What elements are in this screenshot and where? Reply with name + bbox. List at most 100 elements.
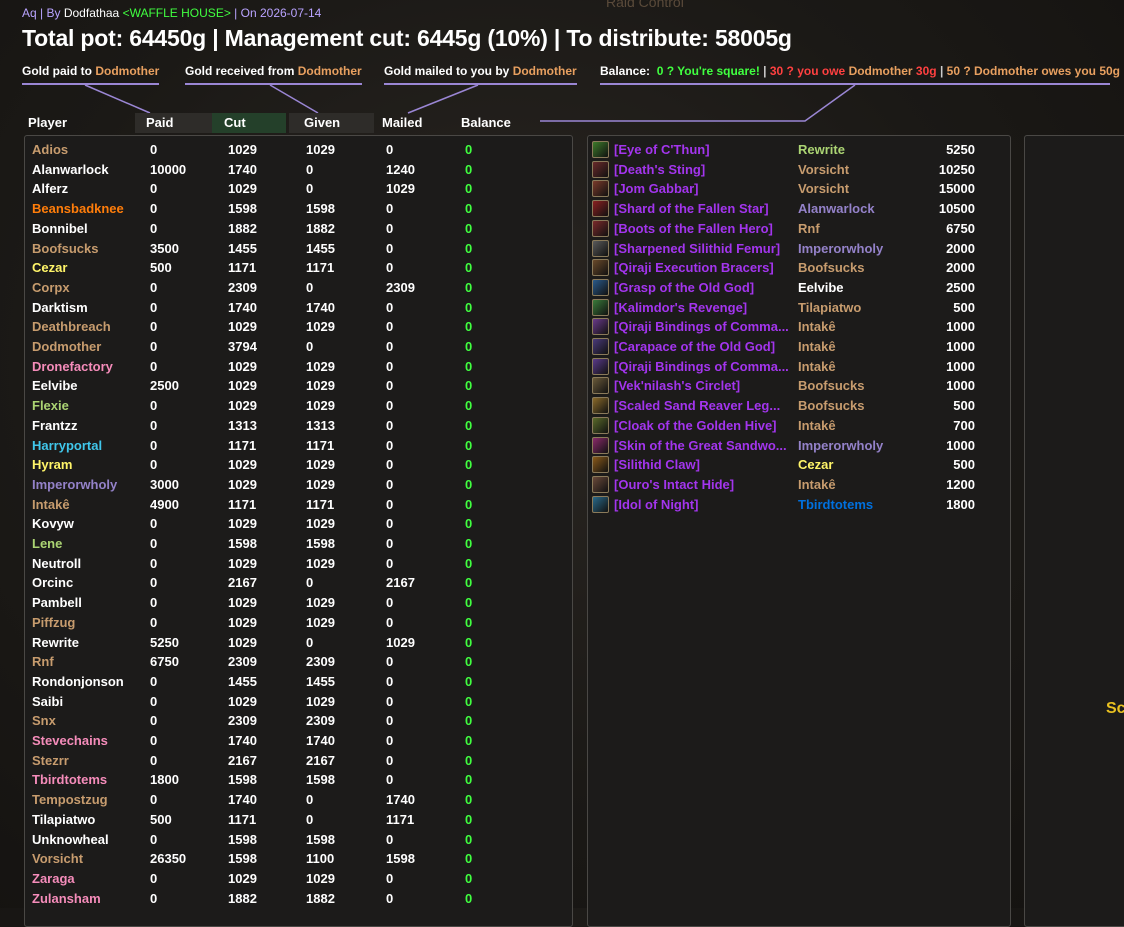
player-row[interactable]: Zaraga 0 1029 1029 0 0 (25, 869, 565, 888)
item-link[interactable]: [Death's Sting] (614, 160, 790, 179)
player-row[interactable]: Neutroll 0 1029 1029 0 0 (25, 554, 565, 573)
column-header-cut[interactable]: Cut (212, 113, 286, 133)
loot-row[interactable]: [Kalimdor's Revenge] Tilapiatwo 500 (588, 298, 1003, 317)
player-row[interactable]: Dronefactory 0 1029 1029 0 0 (25, 357, 565, 376)
item-link[interactable]: [Boots of the Fallen Hero] (614, 219, 790, 238)
item-link[interactable]: [Sharpened Silithid Femur] (614, 239, 790, 258)
player-row[interactable]: Cezar 500 1171 1171 0 0 (25, 258, 565, 277)
carapace-icon[interactable] (592, 338, 609, 355)
column-header-balance[interactable]: Balance (461, 113, 531, 133)
idol-icon[interactable] (592, 495, 609, 513)
circlet-icon[interactable] (592, 377, 609, 395)
loot-row[interactable]: [Scaled Sand Reaver Leg... Boofsucks 500 (588, 396, 1003, 415)
item-link[interactable]: [Eye of C'Thun] (614, 140, 790, 159)
loot-list-panel[interactable]: [Eye of C'Thun] Rewrite 5250 [Death's Sting… (587, 135, 1011, 927)
loot-row[interactable]: [Ouro's Intact Hide] Intakê 1200 (588, 475, 1003, 494)
player-row[interactable]: Vorsicht 26350 1598 1100 1598 0 (25, 849, 565, 868)
item-link[interactable]: [Shard of the Fallen Star] (614, 199, 790, 218)
player-row[interactable]: Bonnibel 0 1882 1882 0 0 (25, 219, 565, 238)
column-header-paid[interactable]: Paid (135, 113, 218, 133)
sword-icon[interactable] (592, 298, 609, 316)
loot-row[interactable]: [Carapace of the Old God] Intakê 1000 (588, 337, 1003, 356)
player-row[interactable]: Kovyw 0 1029 1029 0 0 (25, 514, 565, 533)
player-row[interactable]: Rondonjonson 0 1455 1455 0 0 (25, 672, 565, 691)
hide-icon[interactable] (592, 475, 609, 493)
item-link[interactable]: [Qiraji Execution Bracers] (614, 258, 790, 277)
item-link[interactable]: [Grasp of the Old God] (614, 278, 790, 297)
player-row[interactable]: Snx 0 2309 2309 0 0 (25, 711, 565, 730)
bindings-icon[interactable] (592, 318, 609, 336)
player-row[interactable]: Piffzug 0 1029 1029 0 0 (25, 613, 565, 632)
boots-icon[interactable] (592, 219, 609, 237)
loot-row[interactable]: [Eye of C'Thun] Rewrite 5250 (588, 140, 1003, 159)
claw-icon[interactable] (592, 456, 609, 474)
staff-icon[interactable] (592, 278, 609, 296)
column-header-mailed[interactable]: Mailed (382, 113, 442, 133)
loot-row[interactable]: [Jom Gabbar] Vorsicht 15000 (588, 179, 1003, 198)
player-row[interactable]: Stezrr 0 2167 2167 0 0 (25, 751, 565, 770)
item-link[interactable]: [Ouro's Intact Hide] (614, 475, 790, 494)
player-row[interactable]: Boofsucks 3500 1455 1455 0 0 (25, 239, 565, 258)
item-link[interactable]: [Vek'nilash's Circlet] (614, 376, 790, 395)
player-row[interactable]: Alferz 0 1029 0 1029 0 (25, 179, 565, 198)
legs-icon[interactable] (592, 397, 609, 415)
player-row[interactable]: Beansbadknee 0 1598 1598 0 0 (25, 199, 565, 218)
player-row[interactable]: Frantzz 0 1313 1313 0 0 (25, 416, 565, 435)
player-row[interactable]: Corpx 0 2309 0 2309 0 (25, 278, 565, 297)
loot-row[interactable]: [Silithid Claw] Cezar 500 (588, 455, 1003, 474)
sword-icon[interactable] (592, 239, 609, 257)
shard-icon[interactable] (592, 200, 609, 218)
item-link[interactable]: [Qiraji Bindings of Comma... (614, 317, 790, 336)
item-link[interactable]: [Kalimdor's Revenge] (614, 298, 790, 317)
loot-row[interactable]: [Qiraji Execution Bracers] Boofsucks 2000 (588, 258, 1003, 277)
player-row[interactable]: Zulansham 0 1882 1882 0 0 (25, 889, 565, 908)
loot-row[interactable]: [Idol of Night] Tbirdtotems 1800 (588, 495, 1003, 514)
trinket-icon[interactable] (592, 180, 609, 198)
cloak-icon[interactable] (592, 416, 609, 434)
player-row[interactable]: Imperorwholy 3000 1029 1029 0 0 (25, 475, 565, 494)
player-row[interactable]: Rnf 6750 2309 2309 0 0 (25, 652, 565, 671)
loot-row[interactable]: [Shard of the Fallen Star] Alanwarlock 105… (588, 199, 1003, 218)
column-header-player[interactable]: Player (24, 113, 136, 133)
player-row[interactable]: Lene 0 1598 1598 0 0 (25, 534, 565, 553)
player-row[interactable]: Dodmother 0 3794 0 0 0 (25, 337, 565, 356)
bracers-icon[interactable] (592, 259, 609, 277)
item-link[interactable]: [Silithid Claw] (614, 455, 790, 474)
loot-row[interactable]: [Boots of the Fallen Hero] Rnf 6750 (588, 219, 1003, 238)
player-list-panel[interactable]: Adios 0 1029 1029 0 0 Alanwarlock 10000 1740 0 124… (24, 135, 573, 927)
loot-row[interactable]: [Qiraji Bindings of Comma... Intakê 1000 (588, 357, 1003, 376)
skin-icon[interactable] (592, 436, 609, 454)
player-row[interactable]: Alanwarlock 10000 1740 0 1240 0 (25, 160, 565, 179)
player-row[interactable]: Pambell 0 1029 1029 0 0 (25, 593, 565, 612)
player-row[interactable]: Tilapiatwo 500 1171 0 1171 0 (25, 810, 565, 829)
eye-icon[interactable] (592, 141, 609, 158)
loot-row[interactable]: [Skin of the Great Sandwo... Imperorwholy… (588, 436, 1003, 455)
player-row[interactable]: Flexie 0 1029 1029 0 0 (25, 396, 565, 415)
player-row[interactable]: Orcinc 0 2167 0 2167 0 (25, 573, 565, 592)
loot-row[interactable]: [Vek'nilash's Circlet] Boofsucks 1000 (588, 376, 1003, 395)
player-row[interactable]: Intakê 4900 1171 1171 0 0 (25, 495, 565, 514)
player-row[interactable]: Adios 0 1029 1029 0 0 (25, 140, 565, 159)
loot-row[interactable]: [Grasp of the Old God] Eelvibe 2500 (588, 278, 1003, 297)
player-row[interactable]: Unknowheal 0 1598 1598 0 0 (25, 830, 565, 849)
player-row[interactable]: Deathbreach 0 1029 1029 0 0 (25, 317, 565, 336)
player-row[interactable]: Darktism 0 1740 1740 0 0 (25, 298, 565, 317)
player-row[interactable]: Hyram 0 1029 1029 0 0 (25, 455, 565, 474)
item-link[interactable]: [Cloak of the Golden Hive] (614, 416, 790, 435)
player-row[interactable]: Tempostzug 0 1740 0 1740 0 (25, 790, 565, 809)
loot-row[interactable]: [Sharpened Silithid Femur] Imperorwholy 20… (588, 239, 1003, 258)
dagger-icon[interactable] (592, 160, 609, 178)
player-row[interactable]: Tbirdtotems 1800 1598 1598 0 0 (25, 770, 565, 789)
player-row[interactable]: Stevechains 0 1740 1740 0 0 (25, 731, 565, 750)
loot-row[interactable]: [Death's Sting] Vorsicht 10250 (588, 160, 1003, 179)
player-row[interactable]: Harryportal 0 1171 1171 0 0 (25, 436, 565, 455)
item-link[interactable]: [Jom Gabbar] (614, 179, 790, 198)
player-row[interactable]: Saibi 0 1029 1029 0 0 (25, 692, 565, 711)
item-link[interactable]: [Qiraji Bindings of Comma... (614, 357, 790, 376)
player-row[interactable]: Eelvibe 2500 1029 1029 0 0 (25, 376, 565, 395)
item-link[interactable]: [Skin of the Great Sandwo... (614, 436, 790, 455)
item-link[interactable]: [Idol of Night] (614, 495, 790, 514)
item-link[interactable]: [Scaled Sand Reaver Leg... (614, 396, 790, 415)
loot-row[interactable]: [Qiraji Bindings of Comma... Intakê 1000 (588, 317, 1003, 336)
item-link[interactable]: [Carapace of the Old God] (614, 337, 790, 356)
